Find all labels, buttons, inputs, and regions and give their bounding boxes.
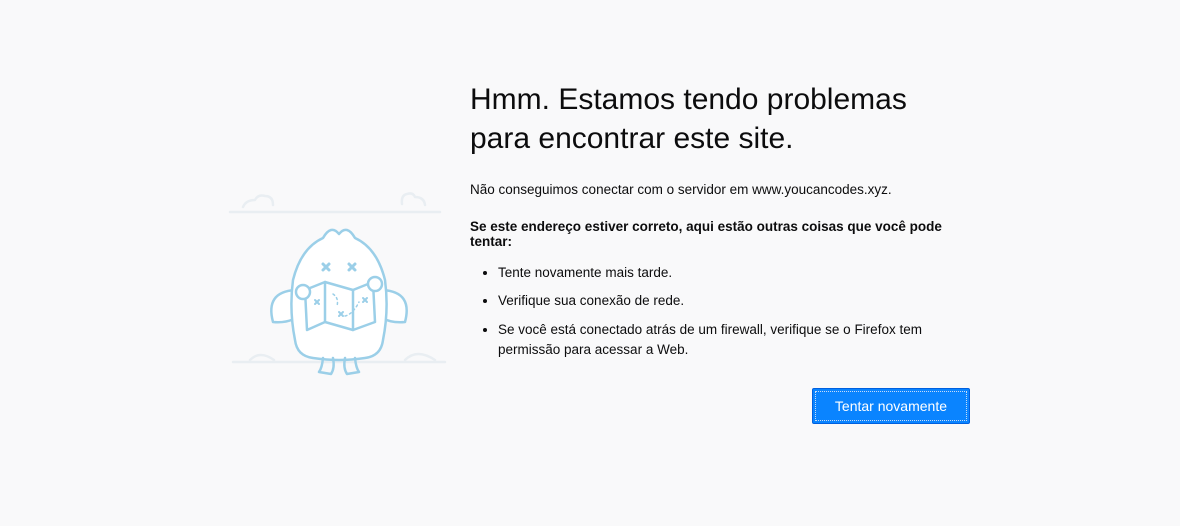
suggestion-item: Se você está conectado atrás de um firew… xyxy=(498,320,970,361)
lost-character-illustration xyxy=(225,172,455,402)
suggestion-item: Tente novamente mais tarde. xyxy=(498,263,970,283)
error-title: Hmm. Estamos tendo problemas para encont… xyxy=(470,80,970,158)
suggestion-item: Verifique sua conexão de rede. xyxy=(498,291,970,311)
actions-row: Tentar novamente xyxy=(470,388,970,424)
error-description: Não conseguimos conectar com o servidor … xyxy=(470,182,970,197)
retry-button[interactable]: Tentar novamente xyxy=(812,388,970,424)
error-suggestion-list: Tente novamente mais tarde. Verifique su… xyxy=(470,263,970,360)
error-page-container: Hmm. Estamos tendo problemas para encont… xyxy=(210,80,970,424)
error-text-column: Hmm. Estamos tendo problemas para encont… xyxy=(470,80,970,424)
error-strong-line: Se este endereço estiver correto, aqui e… xyxy=(470,219,970,249)
illustration-column xyxy=(210,80,470,424)
